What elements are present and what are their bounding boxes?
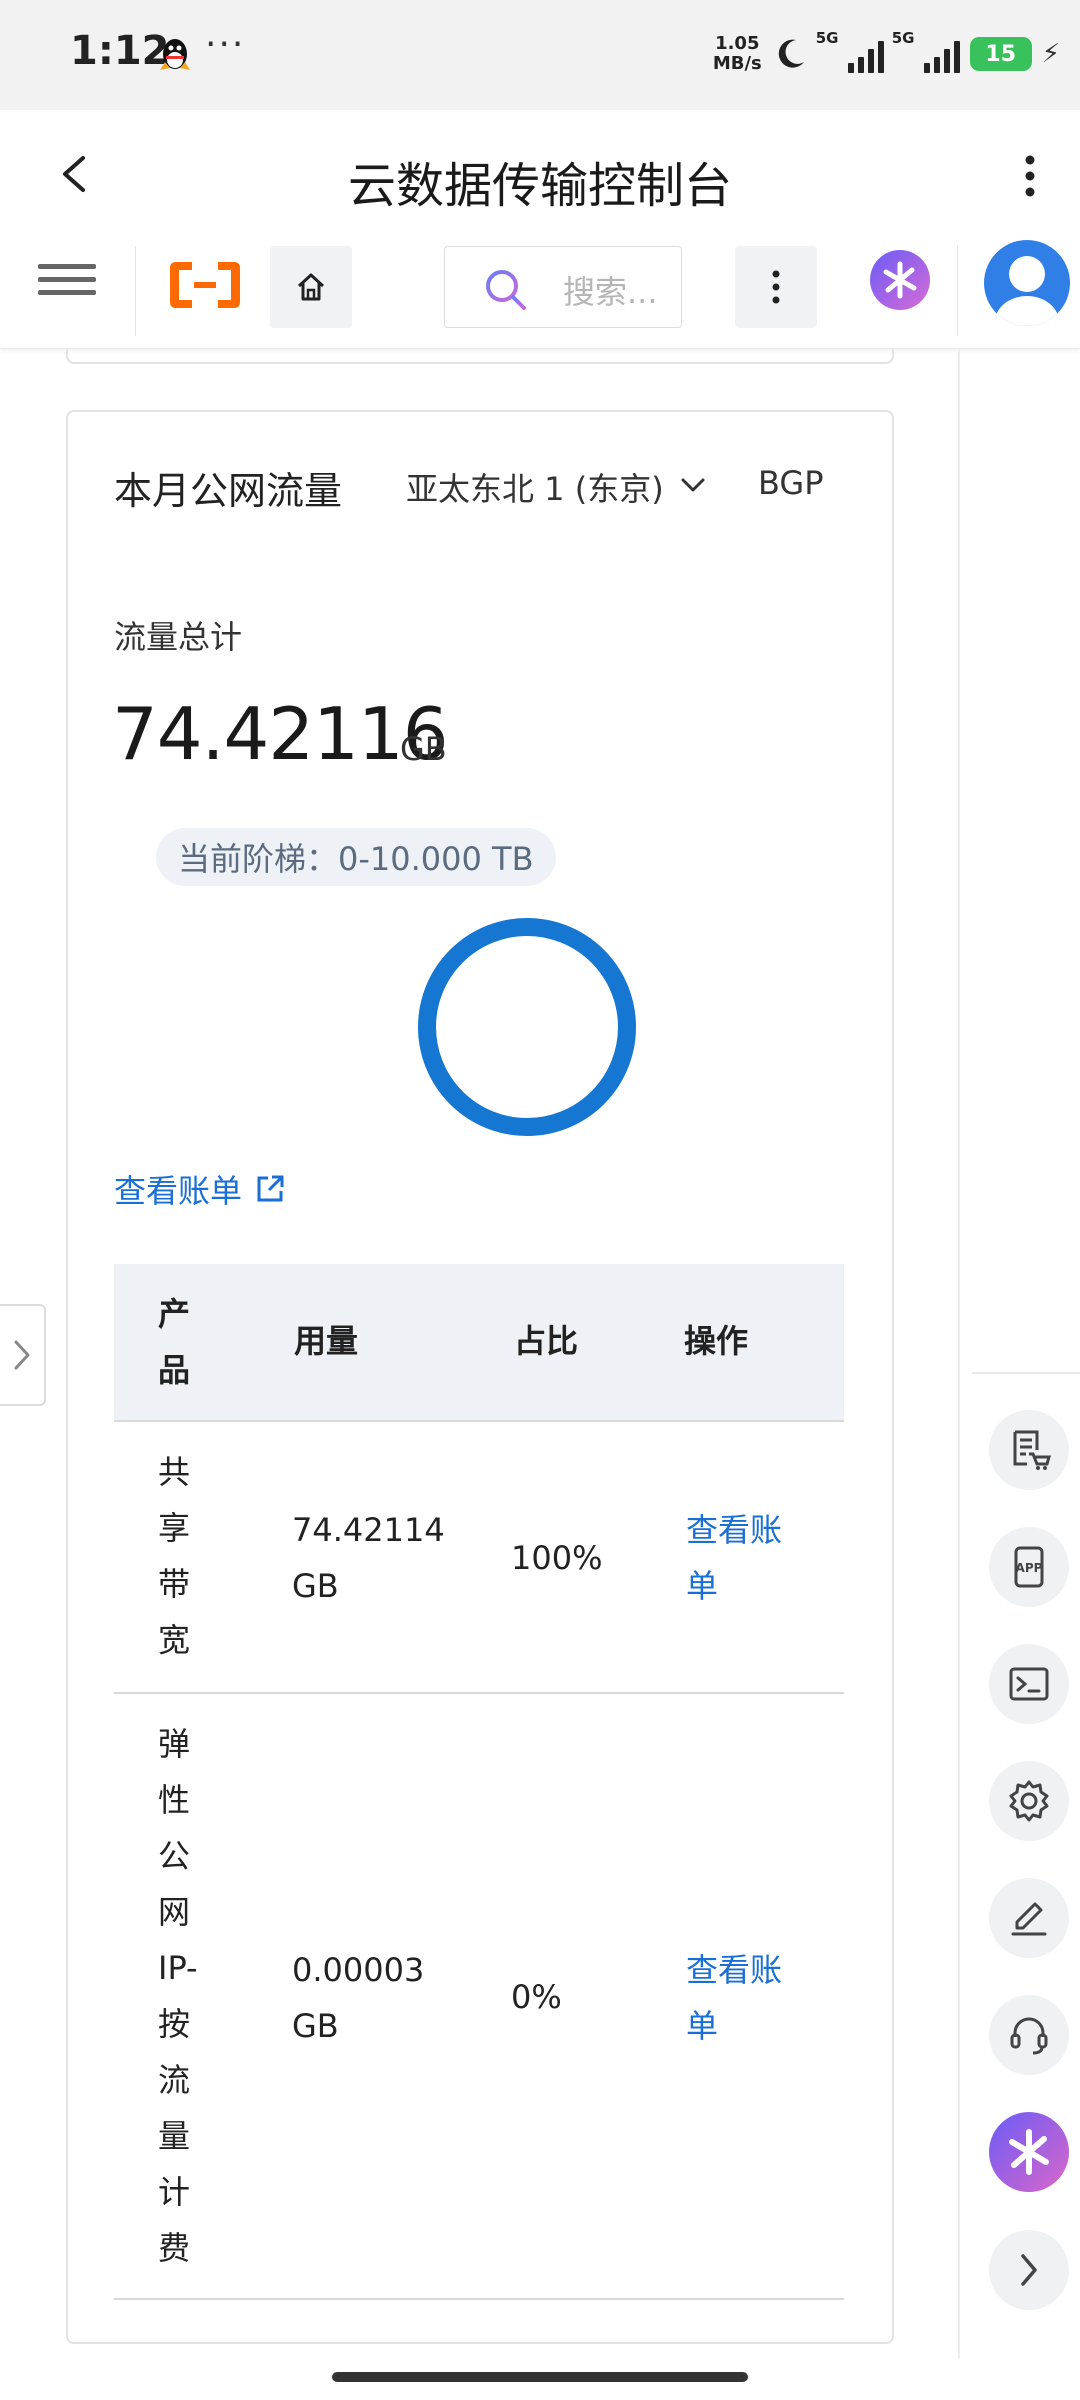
qq-icon — [160, 39, 190, 70]
status-more-dots: ··· — [205, 24, 246, 65]
region-select[interactable]: 亚太东北 1 (东京) — [406, 464, 664, 510]
view-bill-link[interactable]: 查看账单 — [114, 1166, 286, 1212]
header-usage: 用量 — [294, 1322, 359, 1360]
toolbar-divider — [957, 246, 958, 336]
home-indicator[interactable] — [332, 2372, 748, 2382]
product-name: 共享带宽 — [158, 1453, 191, 1659]
usage-unit: GB — [292, 2007, 339, 2045]
public-traffic-card: 本月公网流量 亚太东北 1 (东京) BGP 流量总计 74.42116 GB … — [66, 410, 894, 2344]
right-rail-separator — [972, 1372, 1080, 1374]
row-view-bill-link[interactable]: 查看账单 — [686, 1942, 796, 2054]
page-title: 云数据传输控制台 — [347, 158, 732, 214]
moon-icon — [778, 39, 804, 68]
ai-assistant-rail-button[interactable] — [989, 2112, 1069, 2192]
header-product: 产品 — [158, 1295, 191, 1389]
previous-card-edge — [66, 348, 894, 364]
more-vertical-icon[interactable] — [1020, 154, 1040, 198]
net-speed-unit: MB/s — [712, 53, 762, 74]
title-bar: 云数据传输控制台 — [0, 110, 1080, 238]
main-content: 本月公网流量 亚太东北 1 (东京) BGP 流量总计 74.42116 GB … — [0, 348, 958, 2358]
chevron-right-icon — [14, 1340, 30, 1370]
sim2-label: 5G — [891, 29, 915, 47]
product-usage-table: 产品 用量 占比 操作 共享带宽 74.42114 GB 100% 查看账单 弹… — [114, 1264, 844, 2300]
usage-ring-chart — [418, 918, 636, 1136]
total-traffic-unit: GB — [400, 730, 447, 768]
view-bill-label[interactable]: 查看账单 — [114, 1166, 242, 1212]
ai-sparkle-icon — [883, 261, 917, 299]
card-title: 本月公网流量 — [114, 469, 343, 513]
usage-value: 74.42114 — [292, 1511, 445, 1549]
cart-receipt-icon — [1013, 1430, 1051, 1470]
expand-sidebar-tab[interactable] — [0, 1304, 46, 1406]
row-view-bill-link[interactable]: 查看账单 — [686, 1502, 796, 1614]
total-traffic-value: 74.42116 — [112, 692, 449, 776]
order-cart-button[interactable] — [989, 1410, 1069, 1490]
battery-icon: 15 — [969, 37, 1032, 71]
total-traffic-label: 流量总计 — [114, 618, 243, 656]
pencil-icon — [1011, 1902, 1047, 1936]
external-link-icon[interactable] — [254, 1173, 286, 1205]
status-right-icons: 1.05 MB/s 5G 5G 15 ⚡ — [713, 24, 1060, 84]
app-download-button[interactable]: APP — [989, 1527, 1069, 1607]
table-header: 产品 用量 占比 操作 — [114, 1264, 844, 1422]
ai-sparkle-icon — [1009, 2129, 1049, 2175]
aliyun-logo-icon[interactable] — [166, 256, 244, 314]
charging-icon: ⚡ — [1041, 39, 1060, 69]
search-placeholder: 搜索... — [563, 273, 658, 311]
usage-cell: 0.00003 GB — [292, 1942, 424, 2054]
collapse-rail-button[interactable] — [989, 2230, 1069, 2310]
menu-hamburger-icon[interactable] — [38, 256, 96, 314]
share-cell: 0% — [511, 1978, 562, 2016]
net-speed-value: 1.05 — [715, 33, 760, 54]
headset-icon — [1010, 2017, 1048, 2055]
console-toolbar: 搜索... — [0, 238, 1080, 349]
signal-sim1-icon: 5G — [816, 29, 884, 73]
usage-cell: 74.42114 GB — [292, 1502, 445, 1614]
settings-button[interactable] — [989, 1761, 1069, 1841]
svg-text:APP: APP — [1016, 1561, 1043, 1575]
home-button[interactable] — [270, 246, 352, 328]
right-rail-divider — [958, 348, 960, 2358]
toolbar-divider — [135, 246, 136, 336]
app-icon: APP — [1014, 1546, 1044, 1588]
search-icon — [486, 270, 526, 310]
home-icon — [297, 273, 325, 301]
status-time: 1:12 — [70, 28, 170, 74]
net-speed: 1.05 MB/s — [713, 34, 762, 74]
status-bar: 1:12 ··· 1.05 MB/s 5G 5G 15 ⚡ — [0, 0, 1080, 110]
current-tier-badge: 当前阶梯：0-10.000 TB — [156, 828, 556, 886]
usage-ring-arc — [418, 918, 636, 1136]
header-share: 占比 — [514, 1322, 579, 1360]
user-avatar-icon — [995, 256, 1059, 326]
product-name: 弹性公网IP-按流量计费 — [158, 1725, 198, 2267]
more-vertical-icon — [772, 270, 780, 304]
line-type-label: BGP — [758, 464, 824, 502]
ai-assistant-button[interactable] — [870, 250, 930, 310]
toolbar-more-button[interactable] — [735, 246, 817, 328]
terminal-icon — [1009, 1667, 1049, 1701]
sim1-label: 5G — [815, 29, 839, 47]
edit-button[interactable] — [989, 1878, 1069, 1958]
signal-sim2-icon: 5G — [892, 29, 960, 73]
usage-value: 0.00003 — [292, 1951, 425, 1989]
cloud-shell-button[interactable] — [989, 1644, 1069, 1724]
table-row: 弹性公网IP-按流量计费 0.00003 GB 0% 查看账单 — [114, 1694, 844, 2300]
gear-icon — [1009, 1780, 1049, 1822]
customer-service-button[interactable] — [989, 1995, 1069, 2075]
user-avatar[interactable] — [984, 240, 1070, 326]
share-cell: 100% — [511, 1539, 603, 1577]
header-action: 操作 — [684, 1322, 749, 1360]
chevron-right-icon — [1021, 2254, 1037, 2286]
search-input[interactable]: 搜索... — [444, 246, 682, 328]
usage-unit: GB — [292, 1567, 339, 1605]
chevron-down-icon[interactable] — [678, 470, 708, 500]
table-row: 共享带宽 74.42114 GB 100% 查看账单 — [114, 1422, 844, 1694]
